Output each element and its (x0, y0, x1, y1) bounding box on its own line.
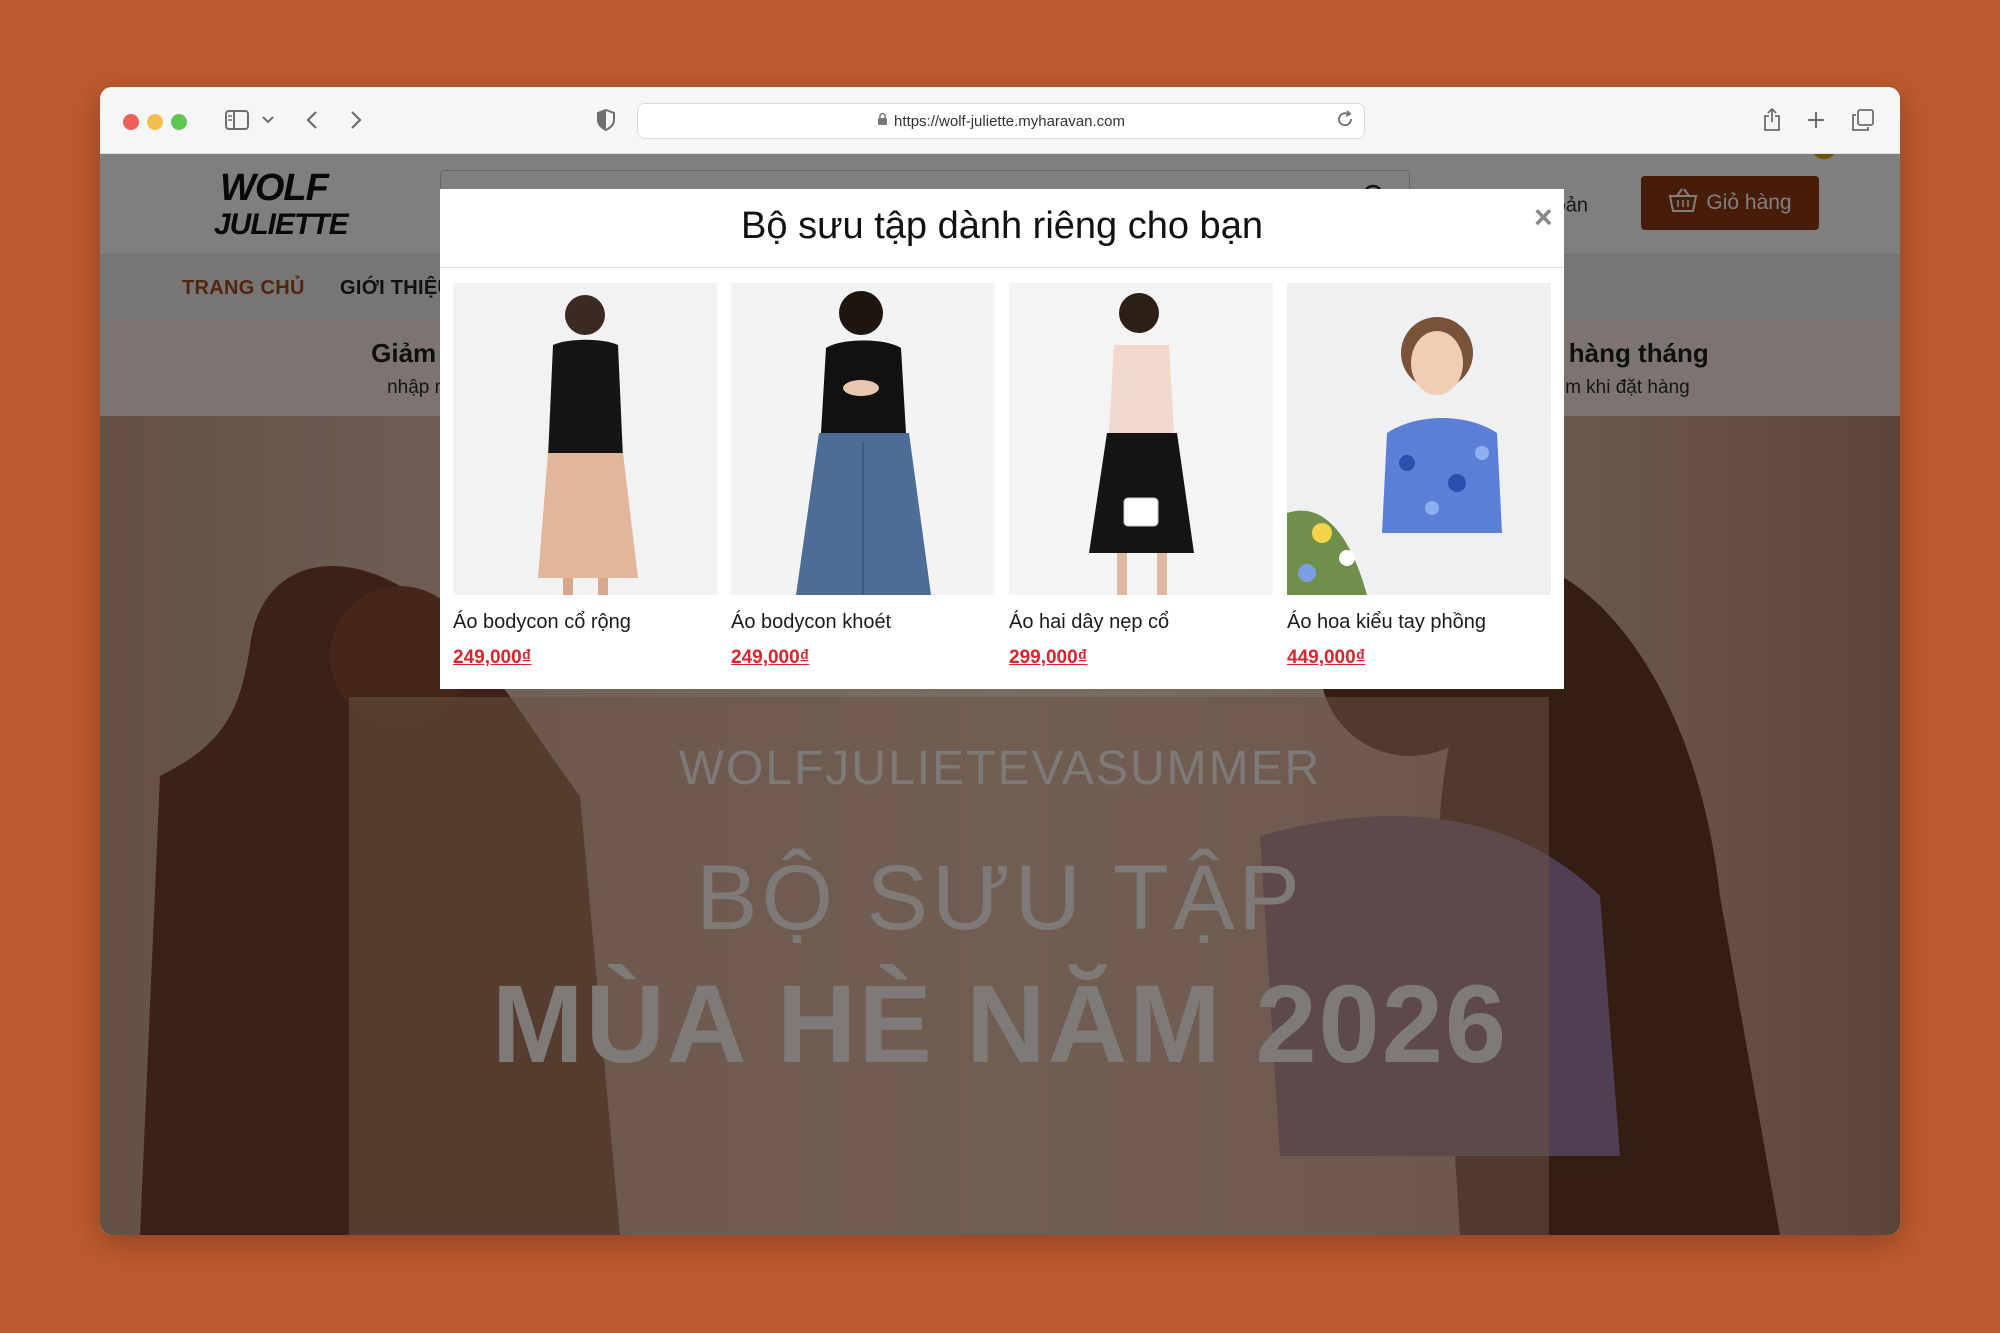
product-name[interactable]: Áo bodycon cổ rộng (453, 611, 631, 634)
product-name[interactable]: Áo bodycon khoét (731, 611, 891, 634)
browser-toolbar: https://wolf-juliette.myharavan.com (100, 87, 1900, 154)
product-price: 449,000₫ (1287, 647, 1366, 668)
zoom-window-button[interactable] (171, 114, 187, 130)
modal-header: Bộ sưu tập dành riêng cho bạn × (440, 189, 1564, 268)
product-card[interactable]: Áo hai dây nẹp cổ 299,000₫ (1009, 283, 1273, 678)
product-card[interactable]: Áo bodycon khoét 249,000₫ (731, 283, 995, 678)
product-price: 249,000₫ (453, 647, 532, 668)
tabs-overview-icon[interactable] (1850, 105, 1876, 135)
product-image[interactable] (731, 283, 995, 595)
privacy-shield-icon[interactable] (594, 105, 618, 135)
minimize-window-button[interactable] (147, 114, 163, 130)
product-price: 249,000₫ (731, 647, 810, 668)
product-grid: Áo bodycon cổ rộng 249,000₫ Áo bodycon k… (453, 283, 1553, 678)
recommendation-modal: Bộ sưu tập dành riêng cho bạn × Áo bodyc… (440, 189, 1564, 689)
reload-icon[interactable] (1336, 110, 1354, 132)
chevron-down-icon[interactable] (258, 105, 278, 135)
product-image[interactable] (1009, 283, 1273, 595)
product-name[interactable]: Áo hoa kiểu tay phồng (1287, 611, 1486, 634)
address-bar[interactable]: https://wolf-juliette.myharavan.com (637, 103, 1365, 139)
forward-icon[interactable] (344, 105, 368, 135)
product-card[interactable]: Áo bodycon cổ rộng 249,000₫ (453, 283, 717, 678)
new-tab-icon[interactable] (1804, 105, 1828, 135)
product-price: 299,000₫ (1009, 647, 1088, 668)
back-icon[interactable] (300, 105, 324, 135)
close-icon[interactable]: × (1534, 199, 1553, 236)
web-page: WOLF JULIETTE khoản Giỏ hàng 3 (100, 154, 1900, 1235)
browser-window: https://wolf-juliette.myharavan.com WOLF… (100, 87, 1900, 1235)
sidebar-toggle-icon[interactable] (220, 105, 254, 135)
close-window-button[interactable] (123, 114, 139, 130)
product-image[interactable] (453, 283, 717, 595)
product-card[interactable]: Áo hoa kiểu tay phồng 449,000₫ (1287, 283, 1551, 678)
url-text: https://wolf-juliette.myharavan.com (894, 112, 1125, 130)
modal-title: Bộ sưu tập dành riêng cho bạn (741, 205, 1263, 247)
product-image[interactable] (1287, 283, 1551, 595)
share-icon[interactable] (1760, 105, 1784, 135)
product-name[interactable]: Áo hai dây nẹp cổ (1009, 611, 1169, 634)
lock-icon (877, 112, 888, 130)
